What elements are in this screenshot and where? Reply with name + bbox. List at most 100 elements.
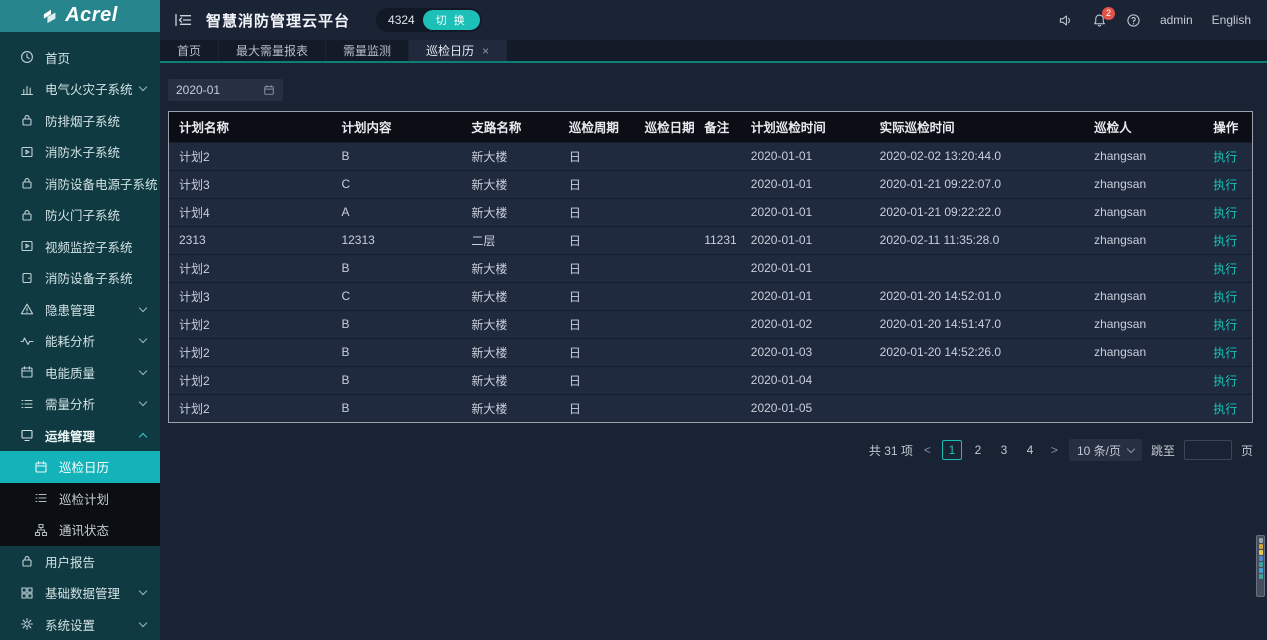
door-icon (20, 271, 34, 285)
notification-count-badge: 2 (1102, 7, 1115, 20)
sidebar-item-inspection-plan[interactable]: 巡检计划 (0, 483, 160, 515)
tab-max-demand-report[interactable]: 最大需量报表 (219, 40, 326, 61)
table-cell-action: 执行 (1203, 394, 1252, 422)
table-cell: B (331, 310, 461, 338)
help-icon[interactable] (1126, 13, 1141, 28)
scrollbar-minimap[interactable] (1256, 535, 1265, 597)
table-cell (635, 338, 695, 366)
table-cell: 2020-01-01 (741, 170, 870, 198)
calendar-icon (34, 460, 48, 474)
page-button-3[interactable]: 3 (994, 440, 1014, 460)
table-cell: 2020-01-21 09:22:07.0 (870, 170, 1084, 198)
table-cell: B (331, 254, 461, 282)
sidebar-item-power-quality[interactable]: 电能质量 (0, 357, 160, 389)
sidebar-menu: 首页电气火灾子系统防排烟子系统消防水子系统消防设备电源子系统防火门子系统视频监控… (0, 32, 160, 640)
sidebar-item-fire-equipment-power-subsystem[interactable]: 消防设备电源子系统 (0, 168, 160, 200)
execute-link[interactable]: 执行 (1213, 150, 1237, 164)
table-cell: 新大楼 (461, 310, 558, 338)
execute-link[interactable]: 执行 (1213, 402, 1237, 416)
language-switch[interactable]: English (1212, 13, 1251, 27)
execute-link[interactable]: 执行 (1213, 262, 1237, 276)
sidebar-item-fire-water-subsystem[interactable]: 消防水子系统 (0, 136, 160, 168)
sidebar-item-smoke-control-subsystem[interactable]: 防排烟子系统 (0, 105, 160, 137)
sidebar-item-hazard-management[interactable]: 隐患管理 (0, 294, 160, 326)
sidebar-item-label: 运维管理 (45, 426, 95, 445)
page-button-4[interactable]: 4 (1020, 440, 1040, 460)
collapse-sidebar-icon[interactable] (174, 13, 192, 27)
execute-link[interactable]: 执行 (1213, 234, 1237, 248)
calendar-icon (263, 84, 275, 96)
next-page-icon[interactable]: > (1049, 443, 1060, 457)
sidebar-item-demand-analysis[interactable]: 需量分析 (0, 388, 160, 420)
notifications-bell-icon[interactable]: 2 (1092, 13, 1107, 28)
station-code: 4324 (388, 13, 415, 27)
execute-link[interactable]: 执行 (1213, 290, 1237, 304)
table-cell: 日 (559, 170, 635, 198)
sidebar-item-system-settings[interactable]: 系统设置 (0, 609, 160, 640)
sidebar-item-home[interactable]: 首页 (0, 42, 160, 74)
table-cell-action: 执行 (1203, 366, 1252, 394)
table-cell: 2020-01-01 (741, 282, 870, 310)
page-button-2[interactable]: 2 (968, 440, 988, 460)
sidebar-item-inspection-calendar[interactable]: 巡检日历 (0, 451, 160, 483)
table-row: 计划2B新大楼日2020-01-04执行 (169, 366, 1252, 394)
nodes-icon (34, 523, 48, 537)
sidebar-item-label: 巡检日历 (59, 457, 109, 476)
table-cell: 2020-01-03 (741, 338, 870, 366)
execute-link[interactable]: 执行 (1213, 206, 1237, 220)
sidebar-item-video-monitoring-subsystem[interactable]: 视频监控子系统 (0, 231, 160, 263)
execute-link[interactable]: 执行 (1213, 178, 1237, 192)
page-button-1[interactable]: 1 (942, 440, 962, 460)
acrel-logo-icon (42, 8, 60, 24)
sidebar-item-user-report[interactable]: 用户报告 (0, 546, 160, 578)
table-row: 计划2B新大楼日2020-01-032020-01-20 14:52:26.0z… (169, 338, 1252, 366)
sidebar-item-operations-management[interactable]: 运维管理 (0, 420, 160, 452)
lock-icon (20, 113, 34, 127)
sidebar-item-fire-equipment-subsystem[interactable]: 消防设备子系统 (0, 262, 160, 294)
table-cell: C (331, 282, 461, 310)
sidebar-item-fire-door-subsystem[interactable]: 防火门子系统 (0, 199, 160, 231)
tab-inspection-calendar[interactable]: 巡检日历× (409, 40, 507, 61)
jump-page-input[interactable] (1184, 440, 1232, 460)
table-row: 计划2B新大楼日2020-01-012020-02-02 13:20:44.0z… (169, 142, 1252, 170)
table-cell: 计划2 (169, 394, 331, 422)
sidebar-item-base-data-management[interactable]: 基础数据管理 (0, 577, 160, 609)
topbar: 智慧消防管理云平台 4324 切 换 2 admin English (160, 0, 1267, 40)
table-cell: zhangsan (1084, 338, 1203, 366)
prev-page-icon[interactable]: < (922, 443, 933, 457)
list-icon (34, 491, 48, 505)
switch-station-button[interactable]: 切 换 (423, 10, 480, 30)
sidebar-item-energy-analysis[interactable]: 能耗分析 (0, 325, 160, 357)
page-buttons: 1234 (942, 440, 1040, 460)
table-cell: 计划2 (169, 254, 331, 282)
user-menu[interactable]: admin (1160, 13, 1193, 27)
table-cell: 计划3 (169, 170, 331, 198)
sound-icon[interactable] (1058, 13, 1073, 28)
execute-link[interactable]: 执行 (1213, 346, 1237, 360)
table-cell: 2020-01-20 14:52:26.0 (870, 338, 1084, 366)
table-cell: 2020-01-01 (741, 142, 870, 170)
tab-demand-monitoring[interactable]: 需量监测 (326, 40, 409, 61)
sidebar-item-communication-status[interactable]: 通讯状态 (0, 514, 160, 546)
table-cell: C (331, 170, 461, 198)
sidebar-item-electrical-fire-subsystem[interactable]: 电气火灾子系统 (0, 73, 160, 105)
table-cell: zhangsan (1084, 142, 1203, 170)
tab-bar: 首页最大需量报表需量监测巡检日历× (160, 40, 1267, 63)
page-size-select[interactable]: 10 条/页 (1069, 439, 1142, 461)
month-picker-input[interactable]: 2020-01 (168, 79, 283, 101)
table-cell (870, 394, 1084, 422)
chevron-down-icon (139, 83, 147, 91)
table-header-row: 计划名称计划内容支路名称巡检周期巡检日期备注计划巡检时间实际巡检时间巡检人操作 (169, 112, 1252, 142)
tab-close-icon[interactable]: × (482, 45, 489, 57)
table-cell: 2020-01-20 14:52:01.0 (870, 282, 1084, 310)
sidebar-submenu-operations-management: 巡检日历巡检计划通讯状态 (0, 451, 160, 546)
table-cell: 计划3 (169, 282, 331, 310)
column-header: 计划巡检时间 (741, 112, 870, 142)
table-row: 231312313二层日112312020-01-012020-02-11 11… (169, 226, 1252, 254)
execute-link[interactable]: 执行 (1213, 374, 1237, 388)
execute-link[interactable]: 执行 (1213, 318, 1237, 332)
table-cell: B (331, 366, 461, 394)
sidebar-item-label: 巡检计划 (59, 489, 109, 508)
tab-home[interactable]: 首页 (160, 40, 219, 61)
sidebar-item-label: 基础数据管理 (45, 583, 120, 602)
